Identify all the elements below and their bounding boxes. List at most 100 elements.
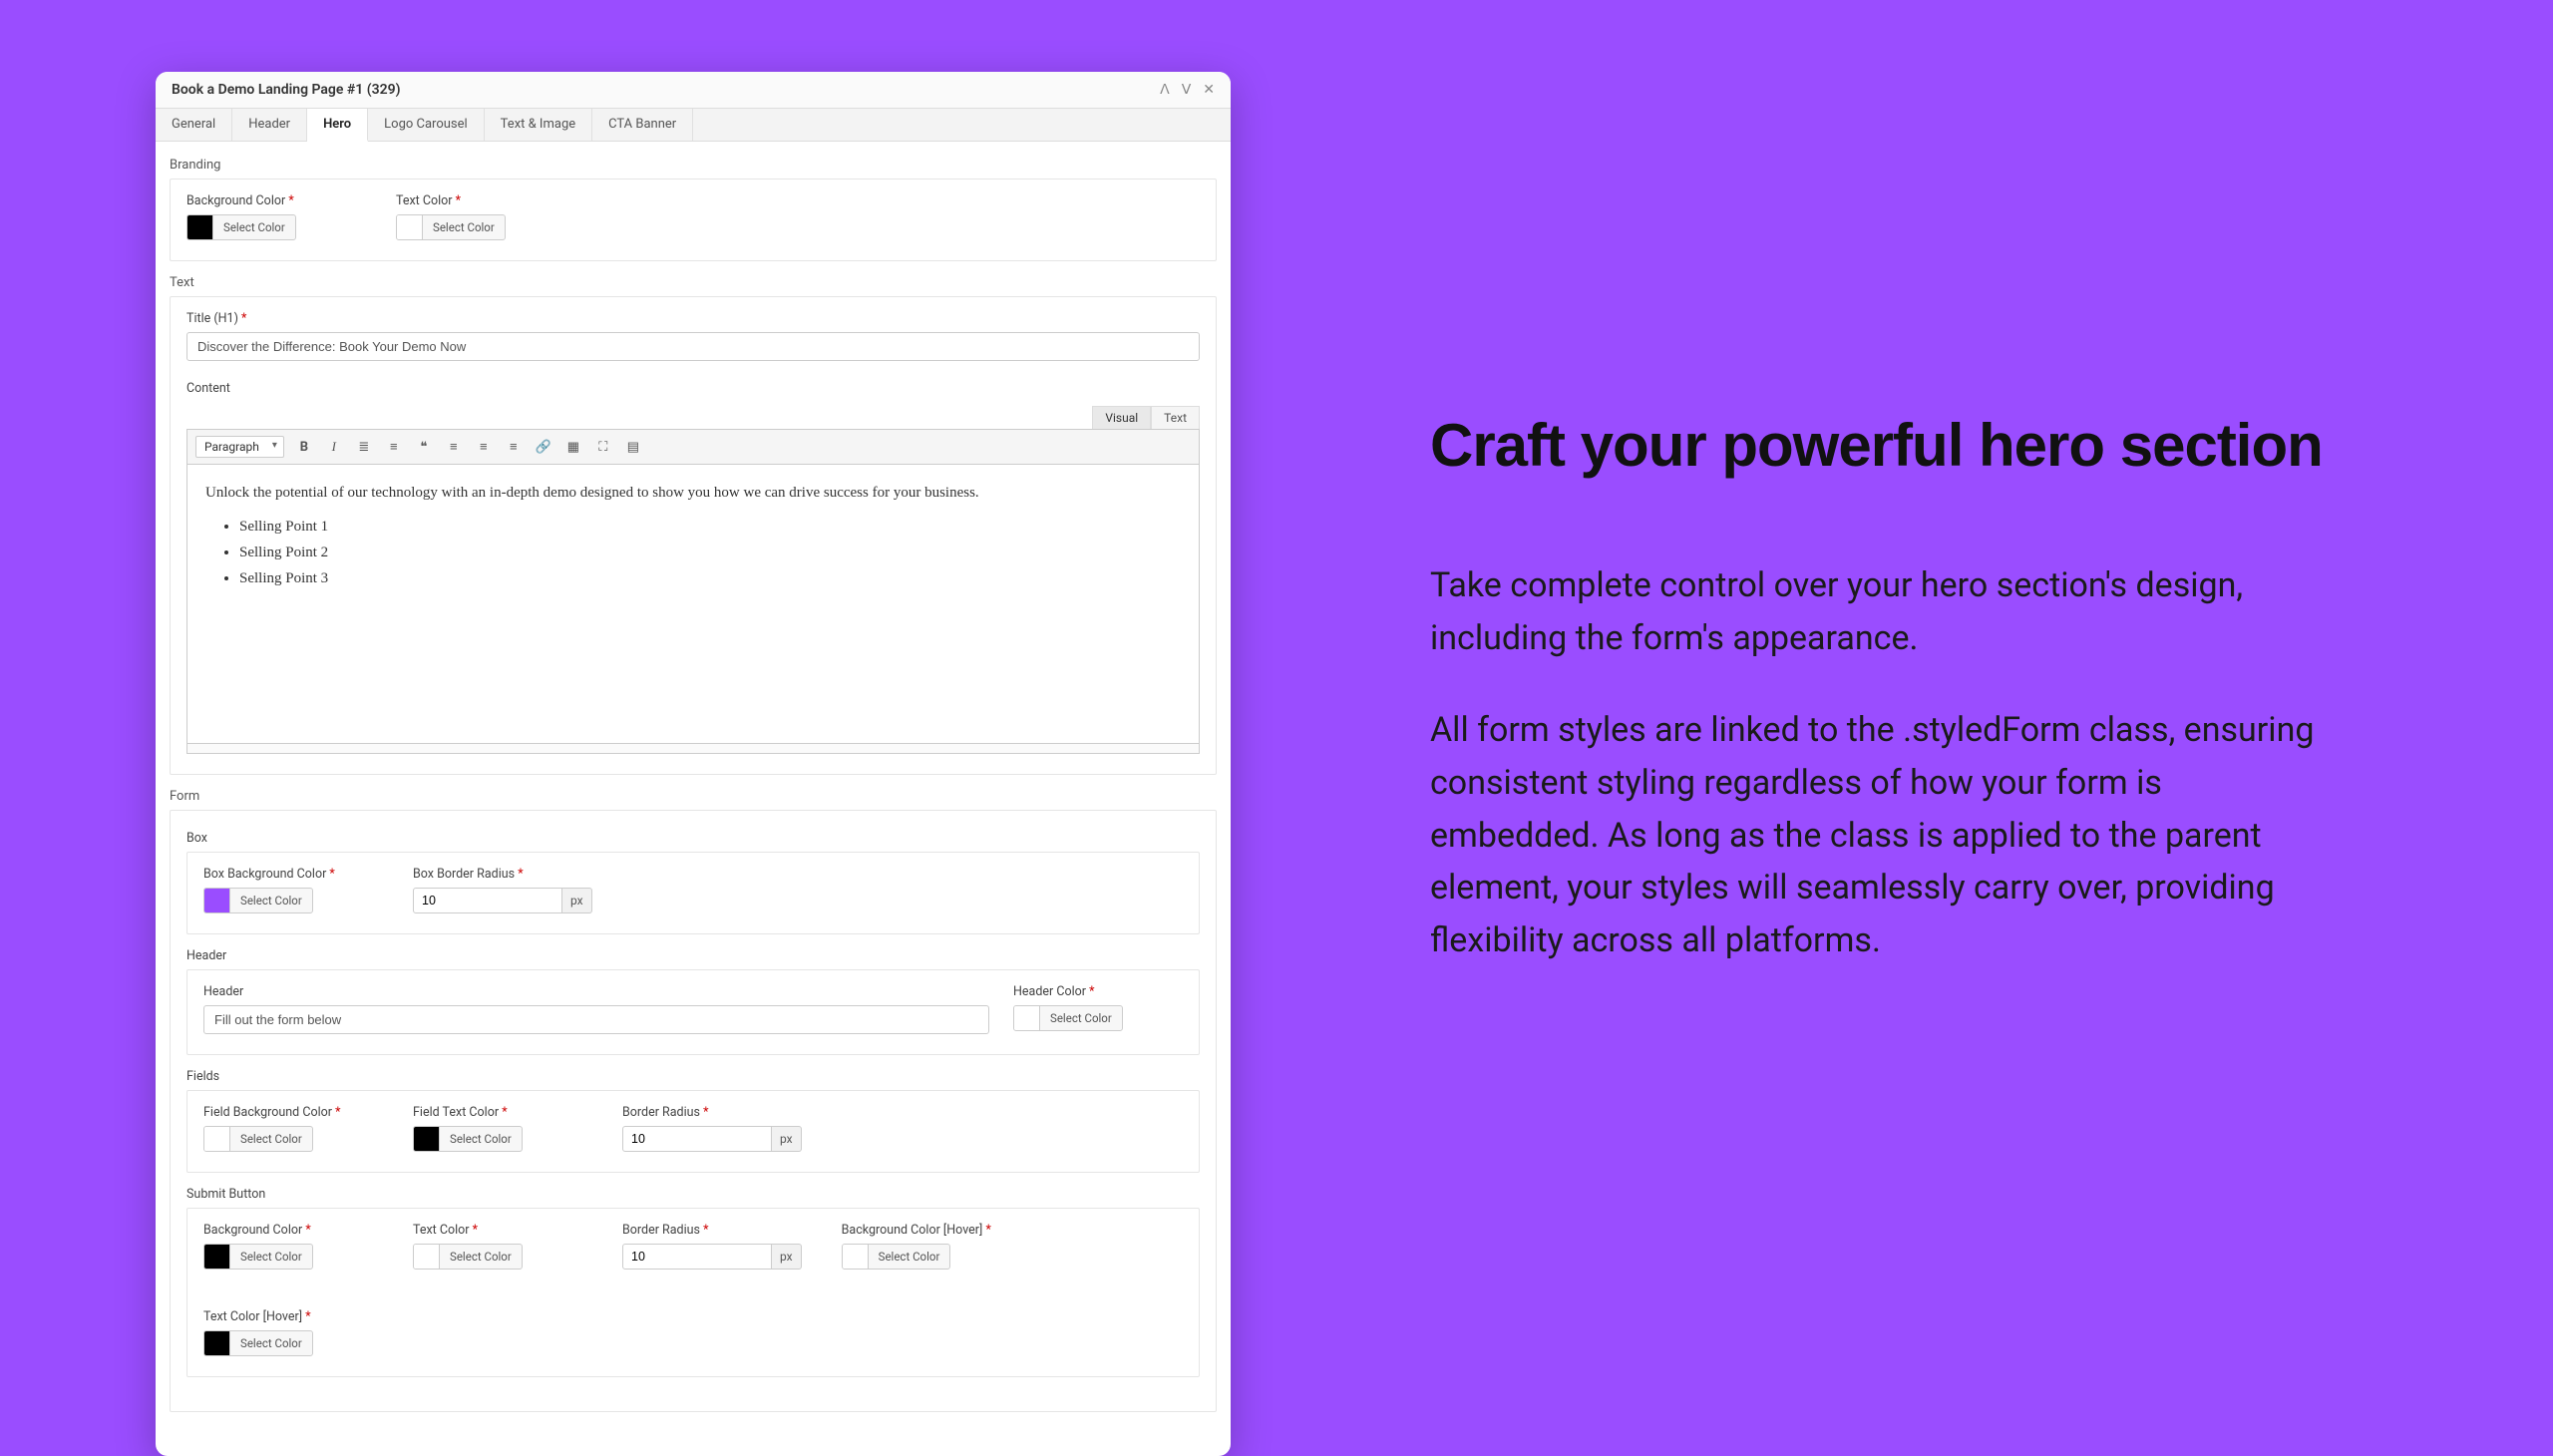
field-bg-label: Field Background Color * [203,1105,373,1120]
editor: Visual Text Paragraph B I ≣ ≡ ❝ ≡ ≡ ≡ 🔗 … [186,406,1200,754]
editor-toolbar: Paragraph B I ≣ ≡ ❝ ≡ ≡ ≡ 🔗 ▦ ⛶ ▤ [186,429,1200,465]
chevron-up-icon[interactable]: ᐱ [1160,82,1170,98]
select-color-button[interactable]: Select Color [230,890,312,911]
close-icon[interactable]: ✕ [1203,82,1215,98]
swatch-white [1014,1006,1040,1030]
copy-heading: Craft your powerful hero section [1430,411,2328,480]
bg-color-label: Background Color * [186,193,356,208]
tab-hero[interactable]: Hero [307,109,368,142]
field-bg-picker[interactable]: Select Color [203,1126,313,1152]
fields-fieldset: Field Background Color * Select Color Fi… [186,1090,1200,1173]
submit-text-picker[interactable]: Select Color [413,1244,523,1270]
swatch-purple [204,889,230,912]
text-color-label: Text Color * [396,193,565,208]
box-label: Box [186,831,1200,846]
form-fieldset: Box Box Background Color * Select Color … [170,810,1217,1412]
submit-bg-picker[interactable]: Select Color [203,1244,313,1270]
submit-text-label: Text Color * [413,1223,582,1238]
insert-icon[interactable]: ▦ [563,437,583,457]
swatch-white [414,1245,440,1269]
header-field-label: Header [203,984,989,999]
panel-header: Book a Demo Landing Page #1 (329) ᐱ ᐯ ✕ [156,72,1231,109]
submit-fieldset: Background Color * Select Color Text Col… [186,1208,1200,1377]
swatch-black [414,1127,440,1151]
submit-radius-label: Border Radius * [622,1223,802,1238]
field-radius-input[interactable] [622,1126,772,1152]
align-right-icon[interactable]: ≡ [504,437,524,457]
section-branding-label: Branding [170,158,1217,173]
blockquote-icon[interactable]: ❝ [414,437,434,457]
select-color-button[interactable]: Select Color [440,1246,522,1268]
swatch-black [204,1245,230,1269]
panel-body: Branding Background Color * Select Color… [156,142,1231,1456]
marketing-copy: Craft your powerful hero section Take co… [1430,411,2328,1007]
fullscreen-icon[interactable]: ⛶ [593,437,613,457]
select-color-button[interactable]: Select Color [213,216,295,238]
content-label: Content [186,381,1200,396]
panel-title: Book a Demo Landing Page #1 (329) [172,82,401,98]
tabs: General Header Hero Logo Carousel Text &… [156,109,1231,142]
branding-fieldset: Background Color * Select Color Text Col… [170,179,1217,261]
text-color-picker[interactable]: Select Color [396,214,506,240]
field-text-label: Field Text Color * [413,1105,582,1120]
swatch-white [843,1245,869,1269]
header-input[interactable] [203,1005,989,1034]
tab-header[interactable]: Header [232,109,307,141]
unit-px: px [772,1244,802,1270]
tab-cta-banner[interactable]: CTA Banner [592,109,693,141]
field-radius-label: Border Radius * [622,1105,802,1120]
header-fieldset: Header Header Color * Select Color [186,969,1200,1055]
editor-resize-handle[interactable] [186,744,1200,754]
title-input[interactable] [186,332,1200,361]
submit-text-hover-picker[interactable]: Select Color [203,1330,313,1356]
link-icon[interactable]: 🔗 [534,437,553,457]
editor-tab-visual[interactable]: Visual [1092,406,1151,429]
text-fieldset: Title (H1) * Content Visual Text Paragra… [170,296,1217,775]
chevron-down-icon[interactable]: ᐯ [1182,82,1192,98]
align-left-icon[interactable]: ≡ [444,437,464,457]
copy-paragraph-1: Take complete control over your hero sec… [1430,559,2328,664]
editor-paragraph: Unlock the potential of our technology w… [205,481,1181,505]
section-form-label: Form [170,789,1217,804]
fields-sub-label: Fields [186,1069,1200,1084]
unit-px: px [772,1126,802,1152]
select-color-button[interactable]: Select Color [1040,1007,1122,1029]
box-radius-input[interactable] [413,888,562,913]
submit-bg-hover-picker[interactable]: Select Color [842,1244,951,1270]
align-center-icon[interactable]: ≡ [474,437,494,457]
box-bg-label: Box Background Color * [203,867,373,882]
bold-icon[interactable]: B [294,437,314,457]
numbered-list-icon[interactable]: ≡ [384,437,404,457]
tab-general[interactable]: General [156,109,232,141]
editor-tab-text[interactable]: Text [1151,406,1200,429]
editor-textarea[interactable]: Unlock the potential of our technology w… [186,465,1200,744]
submit-bg-hover-label: Background Color [Hover] * [842,1223,1011,1238]
field-text-picker[interactable]: Select Color [413,1126,523,1152]
box-bg-picker[interactable]: Select Color [203,888,313,913]
header-color-picker[interactable]: Select Color [1013,1005,1123,1031]
select-color-button[interactable]: Select Color [440,1128,522,1150]
select-color-button[interactable]: Select Color [230,1128,312,1150]
submit-sub-label: Submit Button [186,1187,1200,1202]
tab-logo-carousel[interactable]: Logo Carousel [368,109,485,141]
select-color-button[interactable]: Select Color [230,1246,312,1268]
selling-point: Selling Point 3 [239,566,1181,590]
header-color-label: Header Color * [1013,984,1183,999]
header-sub-label: Header [186,948,1200,963]
bg-color-picker[interactable]: Select Color [186,214,296,240]
settings-panel: Book a Demo Landing Page #1 (329) ᐱ ᐯ ✕ … [156,72,1231,1456]
submit-text-hover-label: Text Color [Hover] * [203,1309,373,1324]
select-color-button[interactable]: Select Color [230,1332,312,1354]
box-fieldset: Box Background Color * Select Color Box … [186,852,1200,934]
toolbar-toggle-icon[interactable]: ▤ [623,437,643,457]
paragraph-dropdown[interactable]: Paragraph [195,436,284,458]
swatch-white [204,1127,230,1151]
submit-bg-label: Background Color * [203,1223,373,1238]
tab-text-image[interactable]: Text & Image [485,109,592,141]
swatch-black [204,1331,230,1355]
submit-radius-input[interactable] [622,1244,772,1270]
select-color-button[interactable]: Select Color [423,216,505,238]
italic-icon[interactable]: I [324,437,344,457]
bullet-list-icon[interactable]: ≣ [354,437,374,457]
select-color-button[interactable]: Select Color [869,1246,950,1268]
